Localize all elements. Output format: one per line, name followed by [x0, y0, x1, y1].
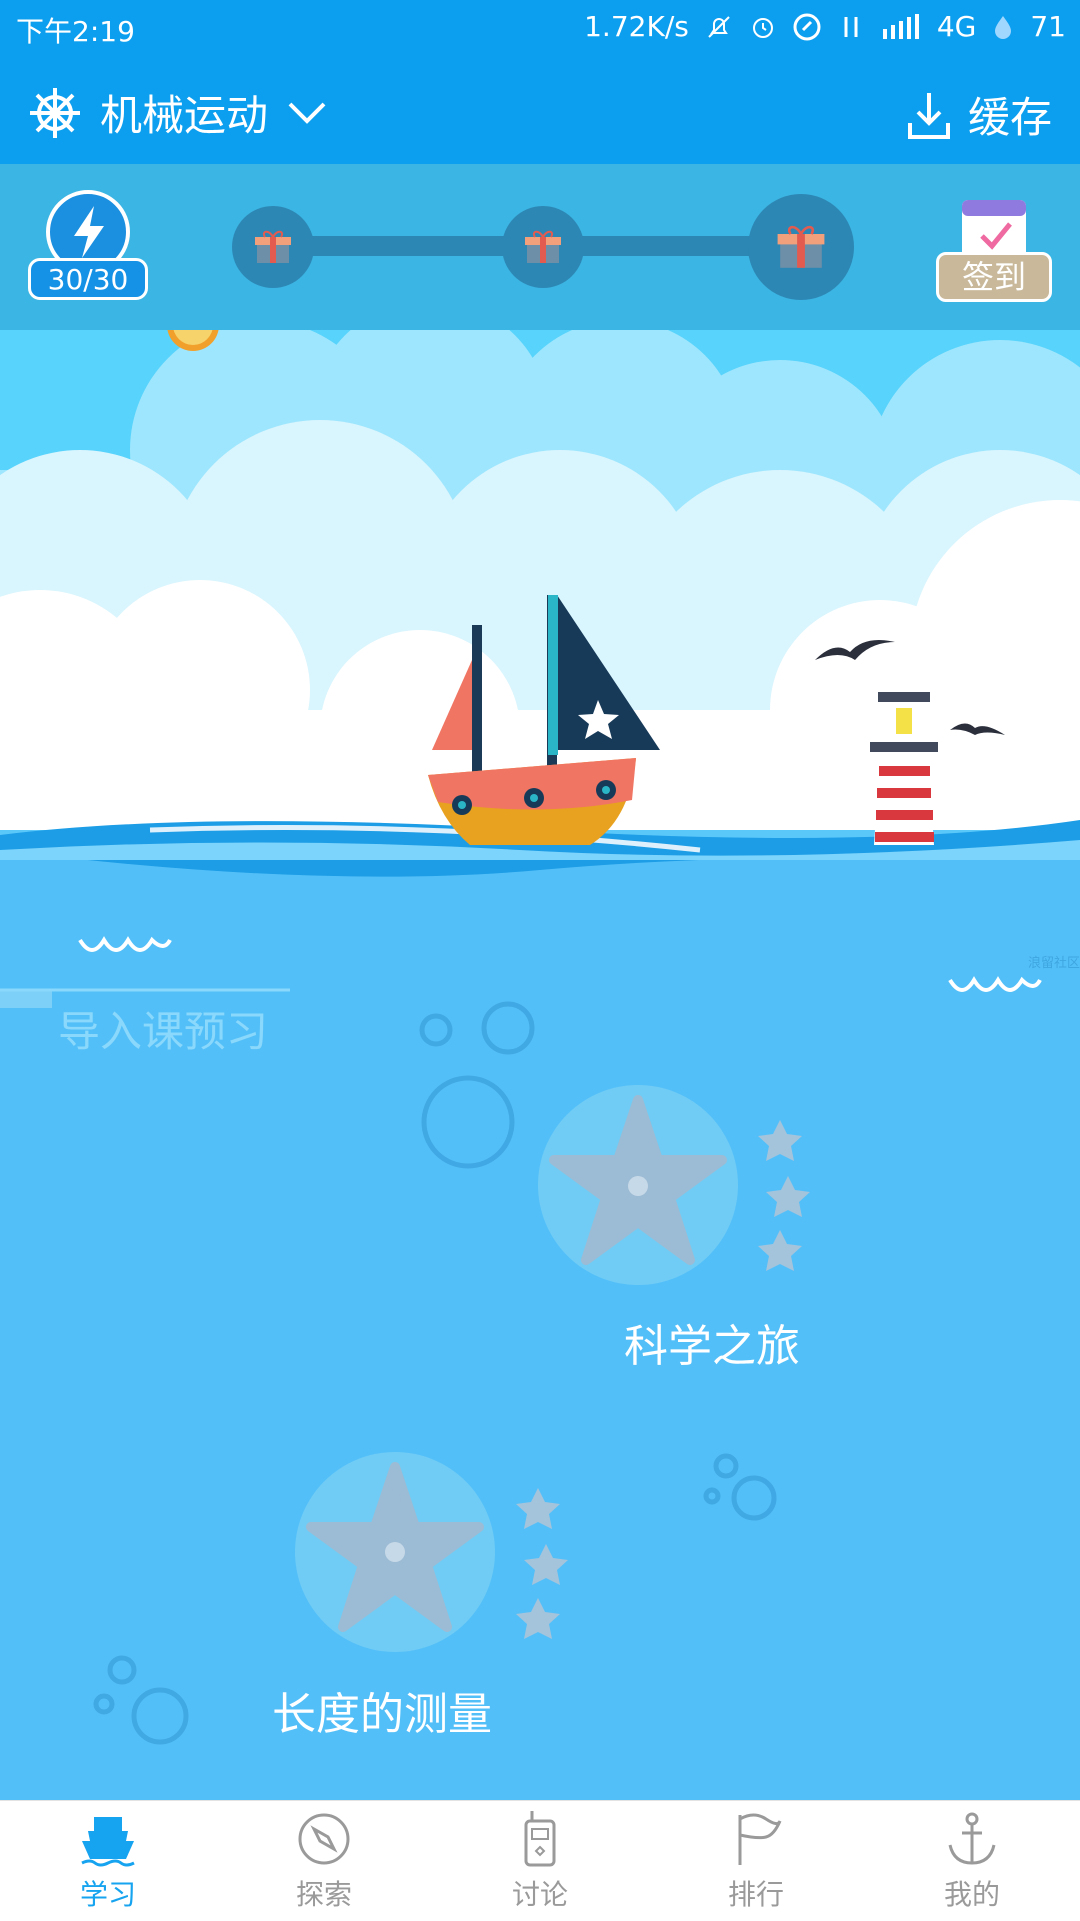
download-icon	[907, 92, 950, 139]
nav-ranking-label: 排行	[727, 1878, 784, 1911]
signal-icon	[882, 13, 919, 39]
bottom-navigation: 学习 探索 讨论 排行 我的	[0, 1800, 1080, 1921]
battery-drop-icon	[995, 15, 1012, 39]
alarm-icon	[752, 17, 773, 38]
lesson-2-node[interactable]	[295, 1452, 495, 1652]
lesson-1-label[interactable]: 科学之旅	[624, 1310, 800, 1374]
calendar-check-icon	[962, 200, 1026, 258]
nav-learn-label: 学习	[79, 1878, 136, 1911]
watermark-text: 浪留社区	[1028, 956, 1080, 971]
cache-label: 缓存	[967, 93, 1052, 142]
reward-gift-2[interactable]	[502, 206, 584, 288]
nav-explore[interactable]: 探索	[216, 1801, 432, 1921]
preview-lesson-link[interactable]: 导入课预习	[58, 998, 268, 1059]
nav-discuss[interactable]: 讨论	[432, 1801, 648, 1921]
status-icons: 1.72K/s 4G 71	[584, 10, 1066, 43]
reward-gift-1[interactable]	[232, 206, 314, 288]
nav-mine-label: 我的	[943, 1878, 1000, 1911]
energy-count: 30/30	[28, 258, 148, 300]
nav-learn[interactable]: 学习	[0, 1801, 216, 1921]
course-title: 机械运动	[100, 91, 269, 140]
chevron-down-icon	[288, 102, 326, 124]
gift-icon	[255, 230, 291, 263]
link-icon	[793, 13, 821, 40]
status-bar: 下午2:19 1.72K/s 4G 71	[0, 0, 1080, 56]
learning-map-scene: 导入课预习 浪留社区 科学之旅 长度的测量	[0, 330, 1080, 1800]
course-selector[interactable]: 机械运动	[28, 82, 328, 143]
gift-icon	[777, 225, 825, 268]
flag-icon	[738, 1813, 782, 1865]
compass-icon	[298, 1813, 350, 1865]
reward-gift-3[interactable]	[748, 194, 854, 300]
helm-wheel-icon	[30, 87, 80, 138]
cache-button[interactable]: 缓存	[906, 84, 1052, 145]
battery-level: 71	[1030, 10, 1066, 43]
lesson-2-label[interactable]: 长度的测量	[272, 1678, 492, 1742]
nav-ranking[interactable]: 排行	[648, 1801, 864, 1921]
ship-icon	[81, 1817, 135, 1867]
network-type: 4G	[936, 10, 977, 43]
mute-bell-icon	[708, 15, 730, 38]
status-time: 下午2:19	[16, 15, 135, 48]
top-toolbar: 机械运动 缓存	[0, 56, 1080, 164]
nav-explore-label: 探索	[295, 1878, 352, 1911]
network-speed: 1.72K/s	[584, 10, 689, 43]
nav-mine[interactable]: 我的	[864, 1801, 1080, 1921]
lesson-1-node[interactable]	[538, 1085, 738, 1285]
walkie-talkie-icon	[524, 1811, 556, 1867]
data-arrows-icon	[844, 16, 858, 37]
lightning-icon	[74, 206, 104, 258]
checkin-button[interactable]: 签到	[936, 252, 1052, 302]
ocean-scene-background	[0, 330, 1080, 1800]
anchor-icon	[948, 1812, 996, 1865]
gift-icon	[525, 230, 561, 263]
nav-discuss-label: 讨论	[511, 1878, 568, 1911]
